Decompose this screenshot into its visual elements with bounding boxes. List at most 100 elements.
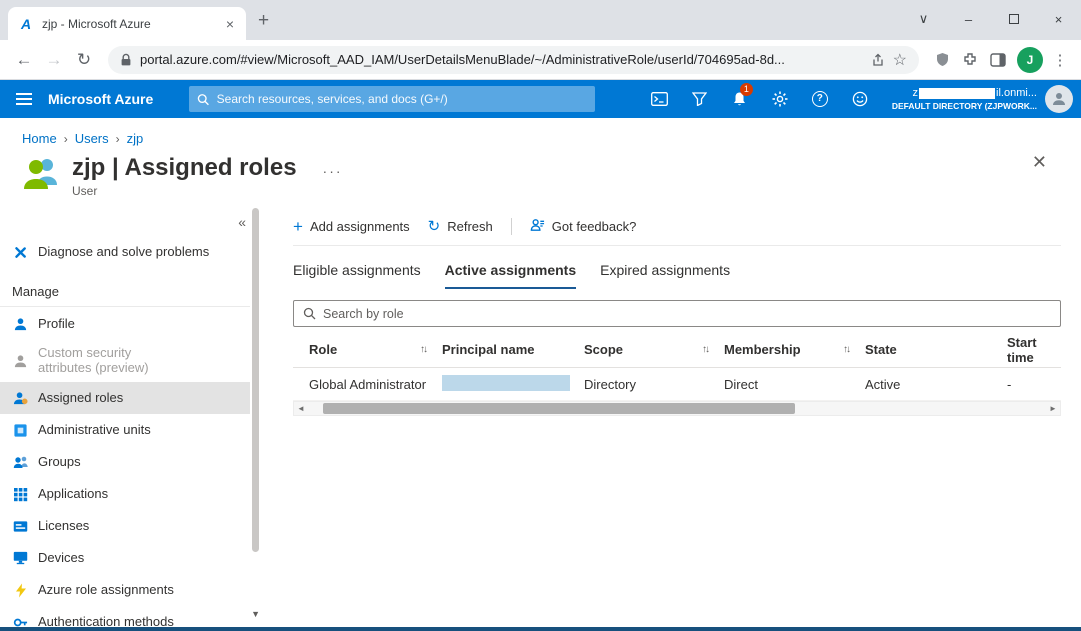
sort-icon[interactable]: ↑↓ (843, 344, 849, 355)
browser-tab-strip: A zjp - Microsoft Azure × + ∨ – × (0, 0, 1081, 40)
sidebar-item-label: Groups (38, 455, 81, 470)
tab-title: zjp - Microsoft Azure (42, 17, 216, 31)
puzzle-extensions-icon[interactable] (957, 47, 983, 73)
table-row[interactable]: Global Administrator Directory Direct Ac… (293, 368, 1061, 401)
column-role[interactable]: Role↑↓ (309, 342, 442, 357)
redacted-email (919, 88, 995, 99)
column-start-time[interactable]: Start time (1007, 335, 1061, 365)
scroll-right-icon[interactable]: ► (1046, 404, 1060, 413)
tab-expired-assignments[interactable]: Expired assignments (600, 262, 730, 289)
refresh-icon[interactable]: ↻ (70, 46, 98, 74)
sidebar-item-devices[interactable]: Devices (0, 542, 250, 574)
sidebar-scrollbar-thumb[interactable] (252, 208, 259, 551)
sidebar-item-assigned-roles[interactable]: Assigned roles (0, 382, 250, 414)
blade-header: zjp | Assigned roles User ··· ✕ (0, 146, 1081, 198)
chevron-down-icon[interactable]: ∨ (901, 11, 946, 27)
breadcrumb-users[interactable]: Users (75, 131, 109, 146)
sidebar-item-licenses[interactable]: Licenses (0, 510, 250, 542)
scrollbar-track[interactable] (308, 402, 1046, 415)
sidebar-item-label: Administrative units (38, 423, 151, 438)
tab-active-assignments[interactable]: Active assignments (445, 262, 577, 289)
account-email: zil.onmi... (892, 87, 1037, 101)
scroll-left-icon[interactable]: ◄ (294, 404, 308, 413)
directory-filter-icon[interactable] (680, 80, 720, 118)
search-icon (303, 307, 316, 320)
more-options-icon[interactable]: ··· (323, 163, 343, 179)
azure-header-icons: 1 ? (640, 80, 880, 118)
assigned-roles-icon (12, 391, 29, 406)
blade-menu: « Diagnose and solve problems Manage Pro… (0, 208, 262, 621)
new-tab-button[interactable]: + (258, 10, 269, 32)
breadcrumb-home[interactable]: Home (22, 131, 57, 146)
bookmark-star-icon[interactable]: ☆ (893, 50, 907, 70)
sidebar-item-label: Azure role assignments (38, 583, 174, 598)
sidebar-scrollbar[interactable]: ▼ (250, 208, 260, 607)
browser-tab[interactable]: A zjp - Microsoft Azure × (8, 7, 246, 40)
sidebar-item-applications[interactable]: Applications (0, 478, 250, 510)
got-feedback-button[interactable]: Got feedback? (530, 218, 637, 236)
column-scope[interactable]: Scope↑↓ (584, 342, 724, 357)
browser-menu-icon[interactable]: ⋮ (1049, 51, 1071, 69)
cloud-shell-icon[interactable] (640, 80, 680, 118)
window-close-button[interactable]: × (1036, 12, 1081, 27)
settings-gear-icon[interactable] (760, 80, 800, 118)
feedback-icon (530, 218, 545, 236)
share-icon[interactable] (871, 53, 885, 67)
sidebar-item-diagnose[interactable]: Diagnose and solve problems (0, 236, 250, 268)
cell-scope: Directory (584, 377, 724, 392)
blade-content: « Diagnose and solve problems Manage Pro… (0, 208, 1081, 621)
extension-icon[interactable] (929, 47, 955, 73)
side-panel-icon[interactable] (985, 47, 1011, 73)
maximize-icon (1009, 14, 1019, 24)
role-search-input[interactable] (323, 307, 1051, 321)
azure-brand[interactable]: Microsoft Azure (48, 91, 153, 107)
feedback-smiley-icon[interactable] (840, 80, 880, 118)
window-maximize-button[interactable] (991, 12, 1036, 27)
role-assignments-icon (12, 583, 29, 598)
scroll-down-icon[interactable]: ▼ (251, 609, 260, 619)
sidebar-item-custom-security-attributes[interactable]: Custom security attributes (preview) (0, 340, 250, 382)
tab-close-icon[interactable]: × (224, 16, 236, 32)
tab-eligible-assignments[interactable]: Eligible assignments (293, 262, 421, 289)
user-icon (22, 155, 62, 193)
horizontal-scrollbar[interactable]: ◄ ► (293, 401, 1061, 416)
sidebar-item-groups[interactable]: Groups (0, 446, 250, 478)
global-search-box[interactable] (189, 86, 595, 112)
notifications-bell-icon[interactable]: 1 (720, 80, 760, 118)
command-bar: + Add assignments ↻ Refresh Got feedback… (293, 208, 1061, 246)
page-title: zjp | Assigned roles (72, 155, 297, 181)
help-icon[interactable]: ? (800, 80, 840, 118)
blade-close-icon[interactable]: ✕ (1032, 152, 1047, 173)
global-search-input[interactable] (217, 92, 588, 106)
forward-icon[interactable]: → (40, 46, 68, 74)
sidebar-item-label: Custom security attributes (preview) (38, 346, 188, 376)
refresh-button[interactable]: ↻ Refresh (428, 219, 493, 234)
cell-state: Active (865, 377, 1007, 392)
troubleshoot-icon (12, 245, 29, 260)
lock-icon[interactable] (120, 53, 132, 67)
scrollbar-thumb[interactable] (323, 403, 795, 414)
portal-bottom-bar (0, 627, 1081, 631)
url-bar[interactable]: portal.azure.com/#view/Microsoft_AAD_IAM… (108, 46, 919, 74)
divider (0, 306, 250, 307)
column-principal-name[interactable]: Principal name (442, 342, 584, 357)
add-assignments-button[interactable]: + Add assignments (293, 218, 410, 235)
breadcrumb-zjp[interactable]: zjp (127, 131, 144, 146)
role-search-box[interactable] (293, 300, 1061, 327)
account-info[interactable]: zil.onmi... DEFAULT DIRECTORY (ZJPWORK..… (892, 87, 1037, 111)
sidebar-item-azure-role-assignments[interactable]: Azure role assignments (0, 574, 250, 606)
account-avatar[interactable] (1045, 85, 1073, 113)
sidebar-item-label: Licenses (38, 519, 89, 534)
column-membership[interactable]: Membership↑↓ (724, 342, 865, 357)
window-minimize-button[interactable]: – (946, 12, 991, 27)
sort-icon[interactable]: ↑↓ (702, 344, 708, 355)
sort-icon[interactable]: ↑↓ (420, 344, 426, 355)
browser-profile-avatar[interactable]: J (1017, 47, 1043, 73)
sidebar-item-label: Profile (38, 317, 75, 332)
sidebar-item-profile[interactable]: Profile (0, 308, 250, 340)
column-state[interactable]: State (865, 342, 1007, 357)
back-icon[interactable]: ← (10, 46, 38, 74)
hamburger-menu-icon[interactable] (0, 80, 48, 118)
sidebar-item-administrative-units[interactable]: Administrative units (0, 414, 250, 446)
collapse-menu-icon[interactable]: « (238, 214, 246, 230)
